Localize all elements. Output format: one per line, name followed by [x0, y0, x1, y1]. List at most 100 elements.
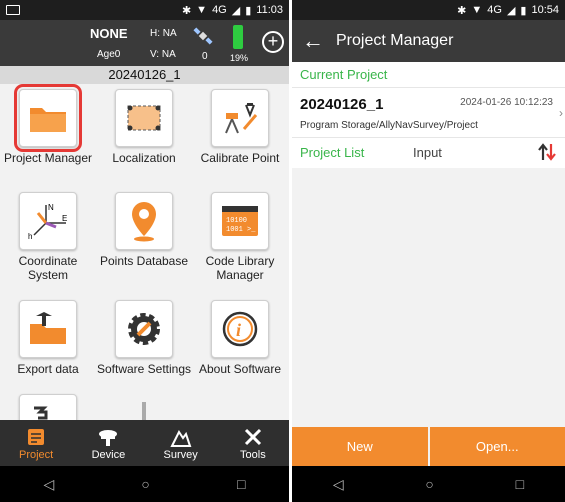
tile-project-manager[interactable]: Project Manager	[0, 84, 96, 165]
network-type: 4G	[487, 4, 502, 16]
current-project-section-label: Current Project	[292, 62, 565, 88]
tile-partial[interactable]	[96, 394, 192, 422]
nav-tools[interactable]: Tools	[217, 420, 289, 466]
receiver-icon	[72, 425, 144, 449]
left-screen: ✱ ▼ 4G ◢ ▮ 11:03 NONE H: NA Age0 V: NA 0…	[0, 0, 289, 502]
export-folder-icon	[19, 300, 77, 358]
cell-signal-icon: ◢	[231, 4, 241, 17]
tile-label: Export data	[17, 362, 79, 376]
chevron-right-icon: ›	[559, 106, 563, 120]
svg-text:E: E	[62, 214, 67, 223]
localization-map-icon	[115, 89, 173, 147]
calibrate-point-icon	[211, 89, 269, 147]
signal-icon: ▼	[471, 4, 483, 16]
current-project-path: Program Storage/AllyNavSurvey/Project	[300, 120, 478, 131]
current-project-date: 2024-01-26 10:12:23	[460, 97, 553, 108]
tile-label: Points Database	[99, 254, 189, 268]
svg-text:10100: 10100	[226, 217, 247, 225]
back-nav-icon[interactable]: ◁	[333, 476, 344, 493]
nav-device[interactable]: Device	[72, 420, 144, 466]
tile-export-data[interactable]: Export data	[0, 300, 96, 376]
folder-icon	[14, 84, 82, 152]
tile-software-settings[interactable]: Software Settings	[96, 300, 192, 376]
bottom-nav: Project Device Survey Tools	[0, 420, 289, 466]
recents-nav-icon[interactable]: □	[516, 476, 524, 492]
tile-label: Calibrate Point	[200, 151, 280, 165]
gear-wrench-icon	[115, 300, 173, 358]
recents-nav-icon[interactable]: □	[237, 476, 245, 492]
add-button[interactable]: +	[262, 31, 284, 53]
tile-code-library-manager[interactable]: 10100 1001 >_ Code Library Manager	[192, 192, 288, 282]
status-bar: ✱ ▼ 4G ◢ ▮ 11:03	[0, 0, 289, 20]
tile-label: About Software	[198, 362, 282, 376]
back-arrow-icon[interactable]: ←	[302, 28, 324, 54]
svg-text:h: h	[28, 232, 32, 241]
tile-coordinate-system[interactable]: NEh Coordinate System	[0, 192, 96, 282]
battery-icon: ▮	[245, 4, 252, 17]
coordinate-axes-icon: NEh	[19, 192, 77, 250]
nav-label: Device	[91, 449, 126, 461]
gnss-header: NONE H: NA Age0 V: NA 0 19% +	[0, 20, 289, 66]
system-nav-bar: ◁ ○ □	[292, 466, 565, 502]
nav-label: Project	[19, 449, 54, 461]
system-nav-bar: ◁ ○ □	[0, 466, 289, 502]
satellite-icon	[193, 27, 213, 45]
v-precision: V: NA	[150, 49, 176, 60]
svg-text:N: N	[48, 203, 54, 212]
diff-age: Age0	[97, 49, 121, 60]
project-list-header: Project List Input	[292, 138, 565, 168]
solution-status: NONE	[90, 26, 128, 41]
map-pin-icon	[115, 192, 173, 250]
tile-label: Code Library Manager	[205, 254, 275, 282]
current-project-name: 20240126_1	[300, 96, 384, 113]
svg-text:1001 >_: 1001 >_	[226, 226, 256, 234]
network-type: 4G	[212, 4, 227, 16]
tile-label: Localization	[112, 151, 176, 165]
tile-label: Coordinate System	[18, 254, 78, 282]
nav-survey[interactable]: Survey	[145, 420, 217, 466]
nav-label: Tools	[240, 449, 266, 461]
tools-icon	[217, 425, 289, 449]
tile-localization[interactable]: Localization	[96, 89, 192, 165]
receiver-battery-percent: 19%	[230, 53, 249, 63]
tile-points-database[interactable]: Points Database	[96, 192, 192, 268]
tile-calibrate-point[interactable]: Calibrate Point	[192, 89, 288, 165]
app-bar: ← Project Manager	[292, 20, 565, 62]
right-screen: ✱ ▼ 4G ◢ ▮ 10:54 ← Project Manager Curre…	[292, 0, 565, 502]
back-nav-icon[interactable]: ◁	[44, 476, 55, 493]
sort-icon[interactable]	[537, 142, 557, 162]
cell-signal-icon: ◢	[506, 4, 516, 17]
bluetooth-icon: ✱	[457, 4, 467, 17]
bluetooth-icon: ✱	[181, 4, 192, 17]
receiver-battery-icon	[233, 25, 243, 49]
signal-icon: ▼	[196, 4, 208, 16]
project-filter-input[interactable]: Input	[413, 145, 442, 160]
info-icon: i	[211, 300, 269, 358]
satellite-count: 0	[202, 51, 208, 62]
home-nav-icon[interactable]: ○	[425, 476, 433, 492]
action-buttons: New Open...	[292, 427, 565, 466]
new-project-button[interactable]: New	[292, 427, 428, 466]
current-project-title: 20240126_1	[0, 66, 289, 84]
home-nav-icon[interactable]: ○	[141, 476, 149, 492]
project-list-icon	[0, 425, 72, 449]
status-time: 11:03	[256, 4, 283, 16]
tile-label: Project Manager	[3, 151, 93, 165]
svg-text:i: i	[236, 320, 241, 340]
survey-icon	[145, 425, 217, 449]
project-list-label: Project List	[300, 145, 365, 160]
nav-project[interactable]: Project	[0, 420, 72, 466]
code-library-icon: 10100 1001 >_	[211, 192, 269, 250]
battery-icon: ▮	[520, 4, 527, 17]
tile-label: Software Settings	[96, 362, 192, 376]
current-project-row[interactable]: 20240126_1 2024-01-26 10:12:23 Program S…	[292, 88, 565, 138]
nav-label: Survey	[163, 449, 198, 461]
page-title: Project Manager	[336, 32, 454, 49]
status-time: 10:54	[531, 4, 559, 16]
screenshot-icon	[6, 5, 20, 15]
tile-about-software[interactable]: i About Software	[192, 300, 288, 376]
partial-icon	[142, 402, 146, 422]
open-project-button[interactable]: Open...	[429, 427, 565, 466]
h-precision: H: NA	[150, 28, 177, 39]
status-bar: ✱ ▼ 4G ◢ ▮ 10:54	[292, 0, 565, 20]
